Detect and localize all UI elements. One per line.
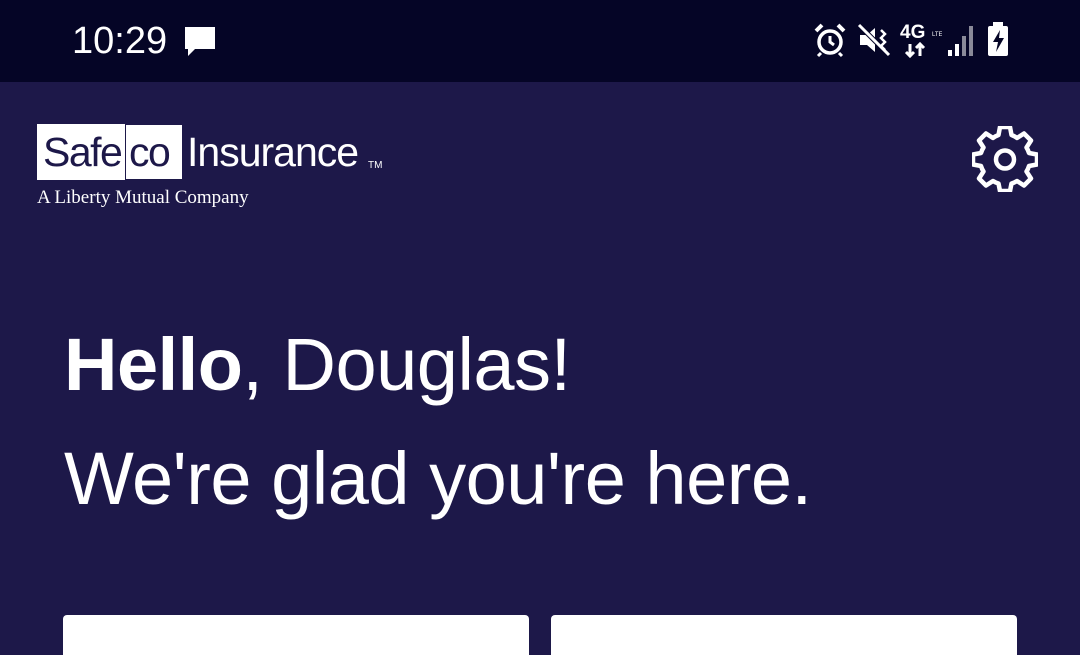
- status-time: 10:29: [72, 20, 168, 62]
- status-bar: 10:29 4G LTE: [0, 0, 1080, 82]
- safeco-logo: Safe co Insurance TM A Liberty Mutual Co…: [37, 124, 397, 214]
- logo-insurance-text: Insurance: [187, 129, 359, 175]
- logo-co-text: co: [129, 129, 171, 175]
- svg-text:LTE: LTE: [932, 32, 942, 38]
- logo-tagline: A Liberty Mutual Company: [37, 187, 249, 208]
- home-screen: Safe co Insurance TM A Liberty Mutual Co…: [0, 82, 1080, 655]
- logo-trademark: TM: [368, 160, 383, 171]
- greeting-title: Hello, Douglas!: [64, 328, 1044, 402]
- vibrate-icon: [857, 23, 891, 57]
- 4g-lte-icon: 4G LTE: [900, 22, 942, 59]
- card-left[interactable]: [63, 615, 529, 655]
- gear-icon[interactable]: [972, 126, 1038, 192]
- greeting-name: , Douglas!: [242, 323, 571, 406]
- message-icon: [185, 27, 215, 56]
- card-right[interactable]: [551, 615, 1017, 655]
- greeting-hello: Hello: [64, 323, 243, 406]
- alarm-icon: [814, 23, 846, 58]
- signal-icon: [948, 26, 973, 56]
- battery-charging-icon: [988, 22, 1008, 56]
- greeting-subtitle: We're glad you're here.: [64, 437, 812, 520]
- network-label: 4G: [900, 22, 925, 43]
- logo-safe-text: Safe: [43, 129, 123, 175]
